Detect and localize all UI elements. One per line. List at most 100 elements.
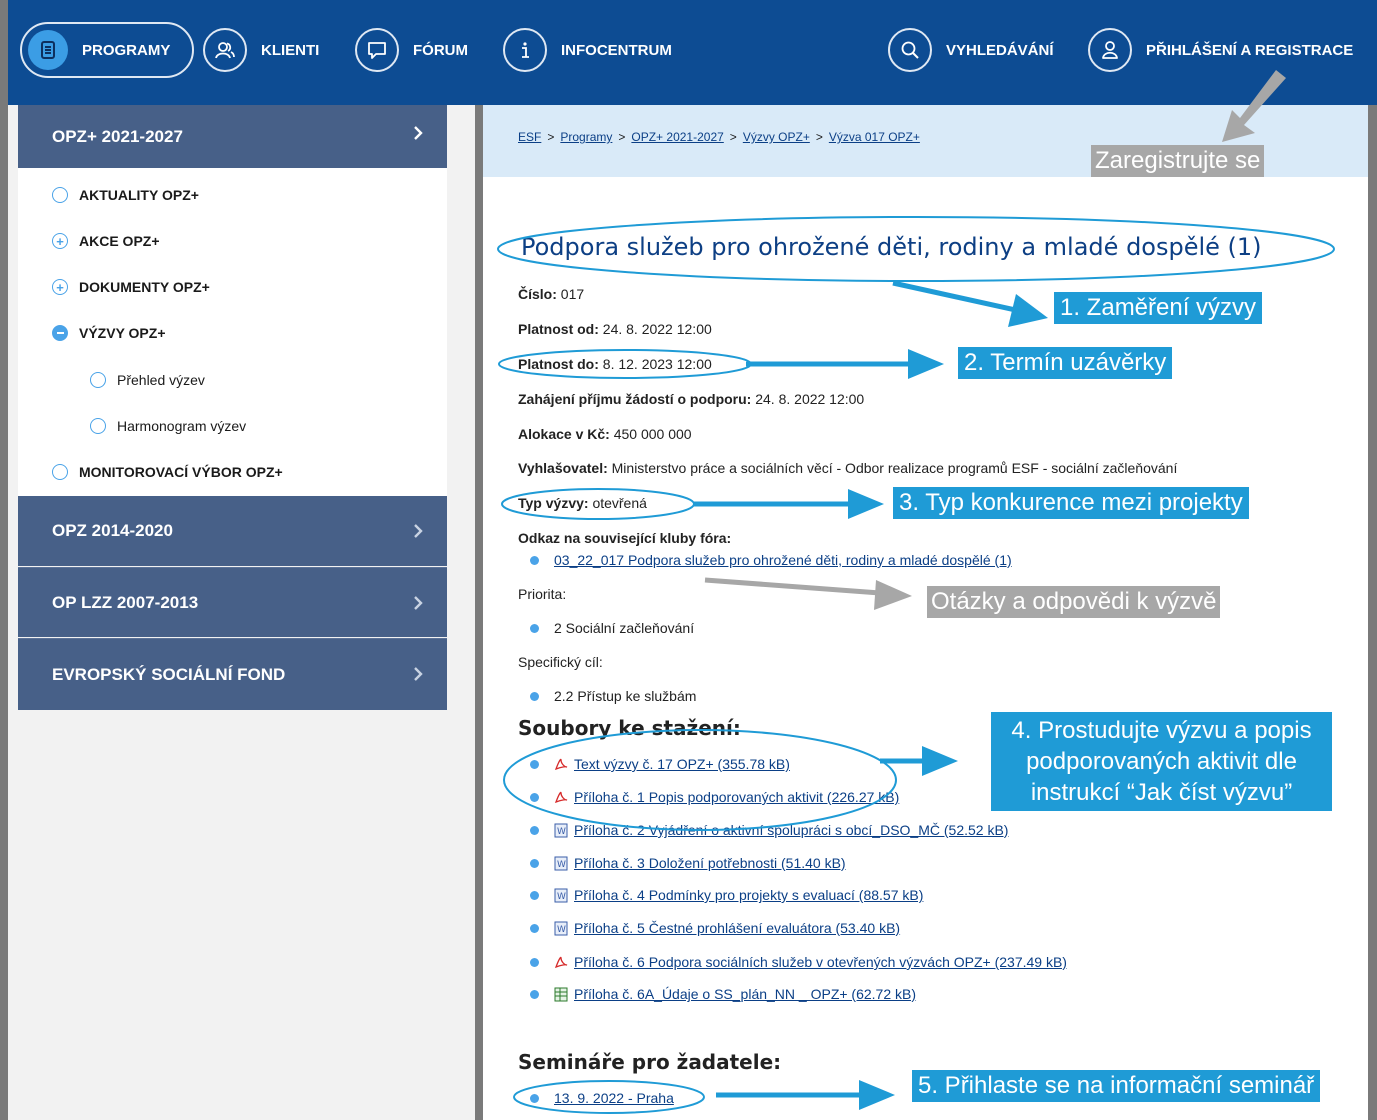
detail-value: 017 [560, 286, 585, 302]
nav-vyhledavani[interactable]: VYHLEDÁVÁNÍ [888, 22, 1054, 78]
file-link[interactable]: Příloha č. 5 Čestné prohlášení evaluátor… [574, 920, 900, 936]
detail-cislo: Číslo: 017 [518, 286, 584, 302]
circle-icon [90, 372, 106, 388]
breadcrumb-link[interactable]: Programy [560, 130, 612, 144]
breadcrumb-link[interactable]: Výzvy OPZ+ [743, 130, 810, 144]
user-icon [1088, 28, 1132, 72]
breadcrumb-link[interactable]: OPZ+ 2021-2027 [631, 130, 723, 144]
detail-value: Ministerstvo práce a sociálních věcí - O… [611, 460, 1178, 476]
detail-label: Zahájení příjmu žádostí o podporu: [518, 391, 752, 407]
nav-infocentrum-label: INFOCENTRUM [561, 41, 672, 59]
bullet-icon [530, 890, 539, 900]
bullet-icon [530, 792, 539, 802]
detail-priorita-label: Priorita: [518, 586, 567, 602]
bullet-icon [530, 691, 539, 701]
sidebar-section-op-lzz[interactable]: OP LZZ 2007-2013 [18, 567, 447, 637]
file-item: W Příloha č. 2 Vyjádření o aktivní spolu… [530, 822, 1008, 838]
detail-platnost-od: Platnost od: 24. 8. 2022 12:00 [518, 321, 712, 337]
detail-label: Platnost od: [518, 321, 599, 337]
callout-seminar: 5. Přihlaste se na informační seminář [912, 1070, 1321, 1102]
forum-link[interactable]: 03_22_017 Podpora služeb pro ohrožené dě… [554, 552, 1012, 568]
bullet-icon [530, 825, 539, 835]
sidebar-item-dokumenty[interactable]: + DOKUMENTY OPZ+ [52, 279, 210, 295]
nav-forum[interactable]: FÓRUM [355, 22, 468, 78]
nav-infocentrum[interactable]: INFOCENTRUM [503, 22, 672, 78]
sidebar-item-vyzvy[interactable]: VÝZVY OPZ+ [52, 325, 166, 341]
file-link[interactable]: Příloha č. 1 Popis podporovaných aktivit… [574, 789, 899, 805]
sidebar-item-aktuality[interactable]: AKTUALITY OPZ+ [52, 187, 199, 203]
detail-typ-vyzvy: Typ výzvy: otevřená [518, 495, 647, 511]
page-title: Podpora služeb pro ohrožené děti, rodiny… [521, 233, 1262, 261]
file-link[interactable]: Příloha č. 2 Vyjádření o aktivní spolupr… [574, 822, 1008, 838]
sidebar-item-prehled-vyzev[interactable]: Přehled výzev [90, 372, 205, 388]
sidebar-item-label: Harmonogram výzev [117, 418, 247, 434]
file-link[interactable]: Příloha č. 6 Podpora sociálních služeb v… [574, 954, 1067, 970]
detail-label: Alokace v Kč: [518, 426, 610, 442]
chevron-right-icon [414, 667, 423, 681]
detail-alokace: Alokace v Kč: 450 000 000 [518, 426, 692, 442]
word-icon: W [554, 888, 568, 903]
detail-value: 450 000 000 [613, 426, 692, 442]
sidebar-item-label: MONITOROVACÍ VÝBOR OPZ+ [79, 464, 283, 480]
file-item: W Příloha č. 4 Podmínky pro projekty s e… [530, 887, 923, 903]
detail-value: 24. 8. 2022 12:00 [755, 391, 865, 407]
document-icon [28, 30, 68, 70]
nav-klienti[interactable]: KLIENTI [203, 22, 319, 78]
detail-value: 24. 8. 2022 12:00 [602, 321, 712, 337]
file-link[interactable]: Příloha č. 6A_Údaje o SS_plán_NN _ OPZ+ … [574, 986, 916, 1002]
sidebar-item-label: AKCE OPZ+ [79, 233, 160, 249]
detail-value: otevřená [592, 495, 647, 511]
callout-prostudujte: 4. Prostudujte výzvu a popis podporovaný… [991, 712, 1332, 811]
callout-typ: 3. Typ konkurence mezi projekty [893, 487, 1249, 519]
nav-programy[interactable]: PROGRAMY [20, 22, 194, 78]
chat-icon [355, 28, 399, 72]
cil-value: 2.2 Přístup ke službám [554, 688, 697, 704]
sidebar-item-label: AKTUALITY OPZ+ [79, 187, 199, 203]
sidebar-item-monitorovaci-vybor[interactable]: MONITOROVACÍ VÝBOR OPZ+ [52, 464, 283, 480]
detail-vyhlasovatel: Vyhlašovatel: Ministerstvo práce a sociá… [518, 460, 1177, 476]
sidebar-section-opz-2014[interactable]: OPZ 2014-2020 [18, 496, 447, 566]
sidebar-item-label: Přehled výzev [117, 372, 205, 388]
callout-otazky: Otázky a odpovědi k výzvě [927, 586, 1221, 618]
bullet-icon [530, 989, 539, 999]
breadcrumb-separator: > [547, 130, 555, 144]
bullet-icon [530, 858, 539, 868]
search-icon [888, 28, 932, 72]
nav-vyhledavani-label: VYHLEDÁVÁNÍ [946, 41, 1054, 59]
file-item: Text výzvy č. 17 OPZ+ (355.78 kB) [530, 756, 790, 772]
breadcrumb-separator: > [815, 130, 823, 144]
info-icon [503, 28, 547, 72]
circle-icon [90, 418, 106, 434]
pdf-icon [554, 757, 568, 772]
chevron-right-icon [414, 126, 423, 140]
pdf-icon [554, 790, 568, 805]
breadcrumb: ESF > Programy > OPZ+ 2021-2027 > Výzvy … [518, 130, 920, 144]
detail-value: 8. 12. 2023 12:00 [602, 356, 712, 372]
breadcrumb-separator: > [729, 130, 737, 144]
sidebar-item-harmonogram[interactable]: Harmonogram výzev [90, 418, 246, 434]
detail-odkaz-label: Odkaz na související kluby fóra: [518, 530, 731, 546]
word-icon: W [554, 921, 568, 936]
sidebar-item-akce[interactable]: + AKCE OPZ+ [52, 233, 160, 249]
svg-text:W: W [557, 827, 566, 837]
file-item: Příloha č. 6A_Údaje o SS_plán_NN _ OPZ+ … [530, 986, 916, 1002]
breadcrumb-link[interactable]: ESF [518, 130, 541, 144]
seminar-link[interactable]: 13. 9. 2022 - Praha [554, 1090, 674, 1106]
word-icon: W [554, 856, 568, 871]
downloads-heading: Soubory ke stažení: [518, 716, 741, 740]
breadcrumb-link[interactable]: Výzva 017 OPZ+ [829, 130, 920, 144]
seminars-heading: Semináře pro žadatele: [518, 1050, 782, 1074]
file-item: W Příloha č. 3 Doložení potřebnosti (51.… [530, 855, 846, 871]
bullet-icon [530, 555, 539, 565]
file-link[interactable]: Text výzvy č. 17 OPZ+ (355.78 kB) [574, 756, 790, 772]
word-icon: W [554, 823, 568, 838]
file-item: W Příloha č. 5 Čestné prohlášení evaluát… [530, 920, 900, 936]
detail-label: Vyhlašovatel: [518, 460, 608, 476]
sidebar-section-esf[interactable]: EVROPSKÝ SOCIÁLNÍ FOND [18, 638, 447, 710]
nav-prihlaseni[interactable]: PŘIHLÁŠENÍ A REGISTRACE [1088, 22, 1353, 78]
sidebar-section-opz-plus[interactable]: OPZ+ 2021-2027 [18, 105, 447, 168]
file-link[interactable]: Příloha č. 4 Podmínky pro projekty s eva… [574, 887, 923, 903]
file-link[interactable]: Příloha č. 3 Doložení potřebnosti (51.40… [574, 855, 846, 871]
excel-icon [554, 987, 568, 1002]
sidebar-section-label: OP LZZ 2007-2013 [52, 592, 199, 612]
